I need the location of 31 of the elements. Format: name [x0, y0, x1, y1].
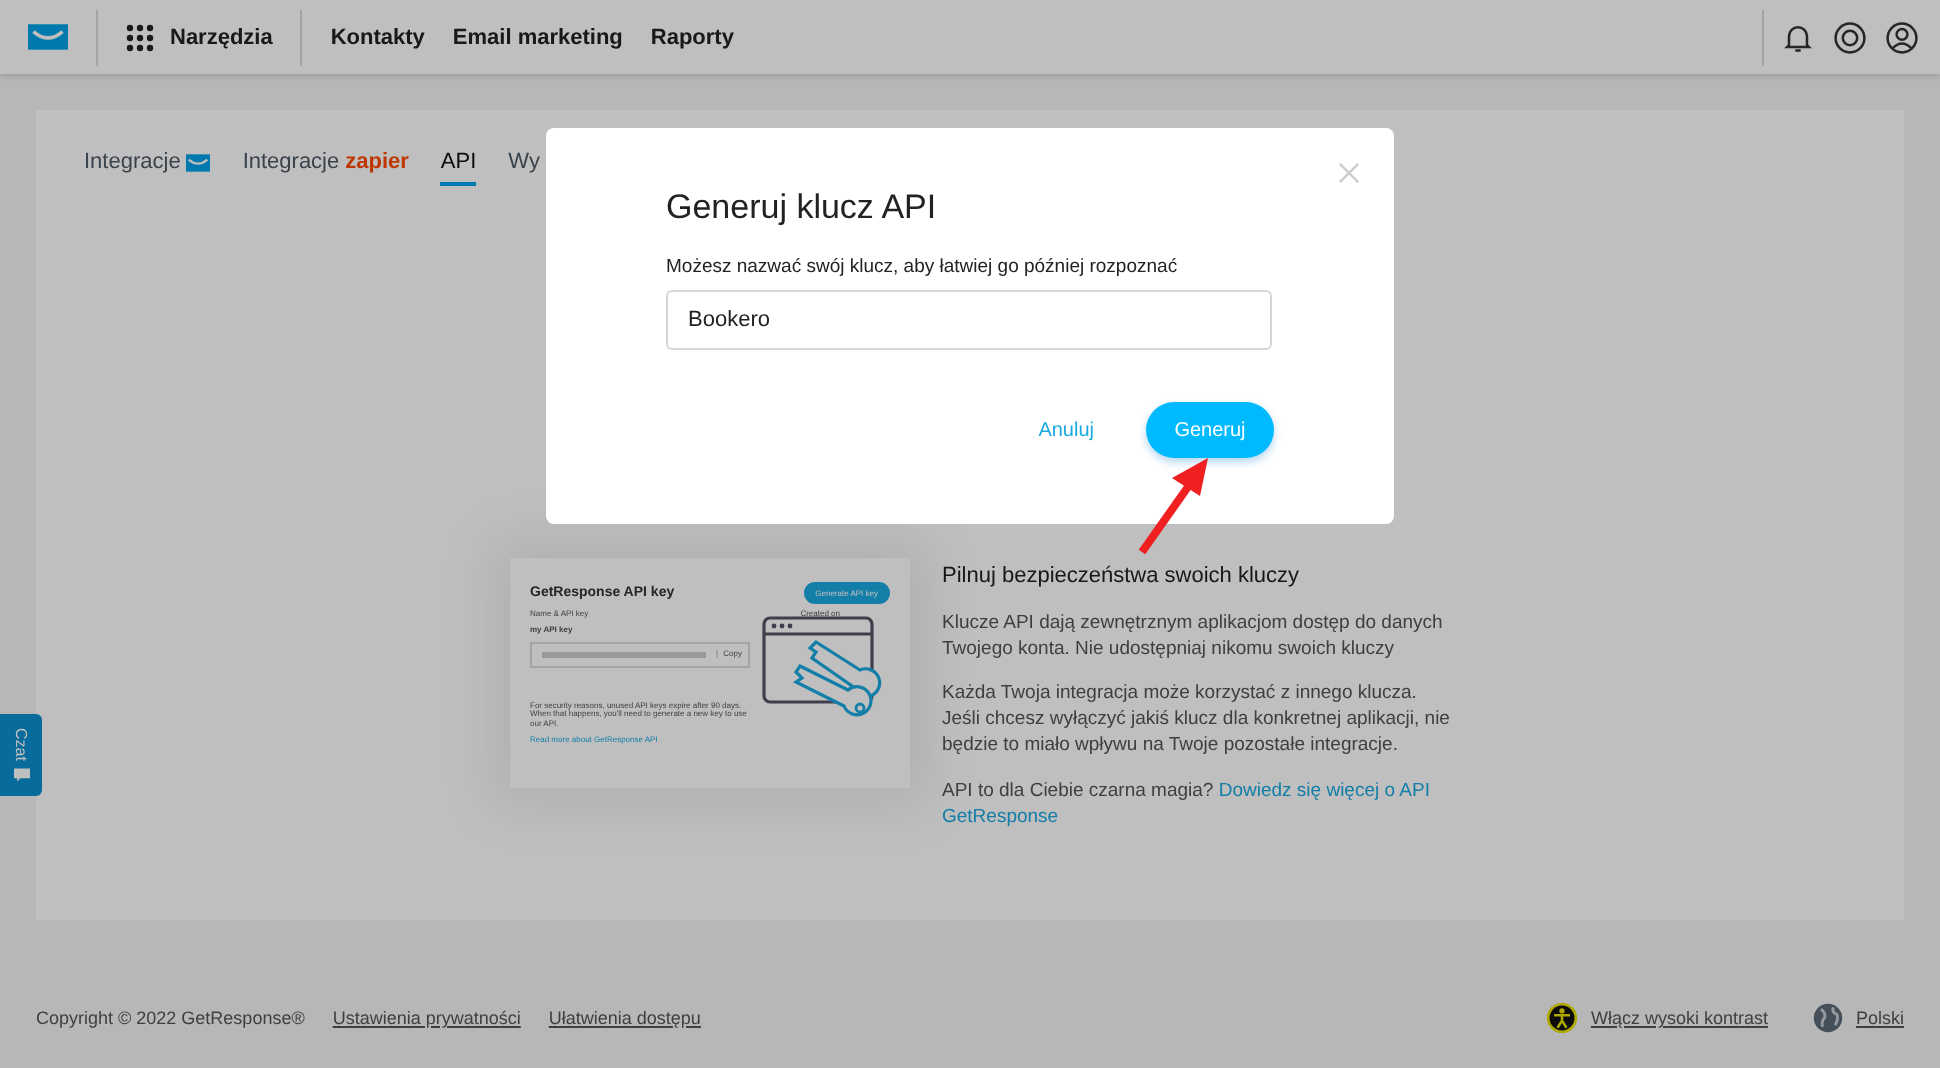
- globe-icon[interactable]: [1811, 1002, 1844, 1034]
- footer-link[interactable]: Ustawienia prywatności: [332, 1008, 521, 1028]
- field-label: Możesz nazwać swój klucz, aby łatwiej go później rozpoznać: [666, 256, 1180, 278]
- tab[interactable]: API: [440, 150, 477, 186]
- high-contrast-link[interactable]: Włącz wysoki kontrast: [1590, 1008, 1768, 1028]
- footer-link[interactable]: Ułatwienia dostępu: [548, 1008, 701, 1028]
- tab[interactable]: Integracje: [84, 150, 211, 186]
- tools-menu[interactable]: Narzędzia: [98, 23, 301, 51]
- nav-link[interactable]: Raporty: [650, 25, 734, 49]
- key-name-input[interactable]: Bookero: [666, 290, 1272, 350]
- chat-tab[interactable]: Czat: [0, 714, 42, 796]
- lifebuoy-icon[interactable]: [1832, 19, 1868, 55]
- learn-more-text: API to dla Ciebie czarna magia? Dowiedz się więcej o API GetResponse: [942, 779, 1432, 832]
- annotation-arrow: [1136, 456, 1212, 556]
- brand-logo: zapier: [345, 150, 409, 174]
- paragraph: Każda Twoja integracja może korzystać z innego klucza. Jeśli chcesz wyłączyć jakiś klucz dla konkretnej aplikacji, nie będzie to miało wpływu na Twoje pozostałe integracje.: [942, 682, 1452, 760]
- copyright-text: Copyright © 2022 GetResponse®: [36, 1008, 305, 1028]
- chat-bubble-icon: [13, 767, 29, 782]
- tab[interactable]: Integracje zapier: [242, 150, 409, 186]
- nav-link[interactable]: Kontakty: [330, 25, 425, 49]
- nav-link[interactable]: Email marketing: [452, 25, 623, 49]
- envelope-icon: [186, 153, 211, 171]
- user-icon[interactable]: [1884, 19, 1920, 55]
- grid-icon: [126, 23, 154, 51]
- section-title: Pilnuj bezpieczeństwa swoich kluczy: [942, 562, 1302, 592]
- paragraph: Klucze API dają zewnętrznym aplikacjom dostęp do danych Twojego konta. Nie udostępniaj nikomu swoich kluczy: [942, 611, 1445, 663]
- envelope-logo-icon[interactable]: [28, 22, 68, 52]
- tab[interactable]: Wy: [508, 150, 540, 186]
- accessibility-icon[interactable]: [1546, 1002, 1579, 1034]
- dialog-title: Generuj klucz API: [666, 188, 939, 228]
- language-link[interactable]: Polski: [1855, 1008, 1904, 1028]
